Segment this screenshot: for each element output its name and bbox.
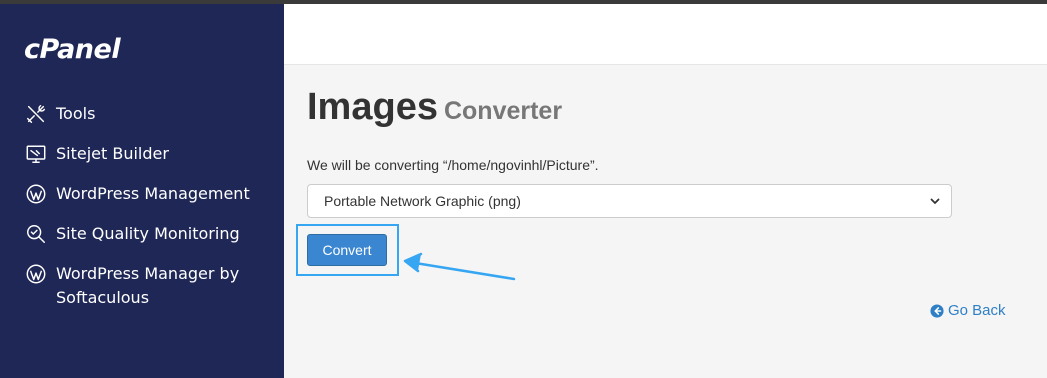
main-content: Images Converter We will be converting “/… [284,4,1047,378]
sidebar-item-site-quality-monitoring[interactable]: Site Quality Monitoring [0,222,284,246]
pointer-arrow [403,252,516,281]
sidebar-item-label: Tools [56,104,96,123]
sidebar-item-label: WordPress Management [56,184,250,203]
tools-icon [24,102,48,126]
sidebar-item-label: Sitejet Builder [56,144,169,163]
sidebar-item-label: WordPress Manager by Softaculous [56,264,240,307]
format-select-value: Portable Network Graphic (png) [324,193,521,209]
cpanel-logo[interactable]: cPanel [24,34,121,65]
page-title: Images Converter [307,86,562,129]
format-select[interactable]: Portable Network Graphic (png) [307,184,952,218]
wordpress-icon [24,182,48,206]
chevron-down-icon [930,198,940,204]
sidebar-item-label: Site Quality Monitoring [56,224,240,243]
go-back-link[interactable]: Go Back [930,302,1006,319]
arrow-left-circle-icon [930,303,944,318]
page-title-sub: Converter [443,97,563,125]
convert-button[interactable]: Convert [307,234,387,266]
sidebar: cPanel Tools Sitejet Builder WordPress M… [0,4,284,378]
conversion-info-text: We will be converting “/home/ngovinhl/Pi… [307,157,599,173]
sidebar-item-wordpress-management[interactable]: WordPress Management [0,182,284,206]
wordpress-icon [24,262,48,286]
main-header-bar [284,4,1047,65]
sitejet-icon [24,142,48,166]
page-title-main: Images [307,86,438,128]
sidebar-item-sitejet-builder[interactable]: Sitejet Builder [0,142,284,166]
sidebar-item-tools[interactable]: Tools [0,102,284,126]
go-back-label: Go Back [948,302,1006,319]
magnifier-icon [24,222,48,246]
sidebar-item-wordpress-manager-softaculous[interactable]: WordPress Manager by Softaculous [0,262,284,310]
